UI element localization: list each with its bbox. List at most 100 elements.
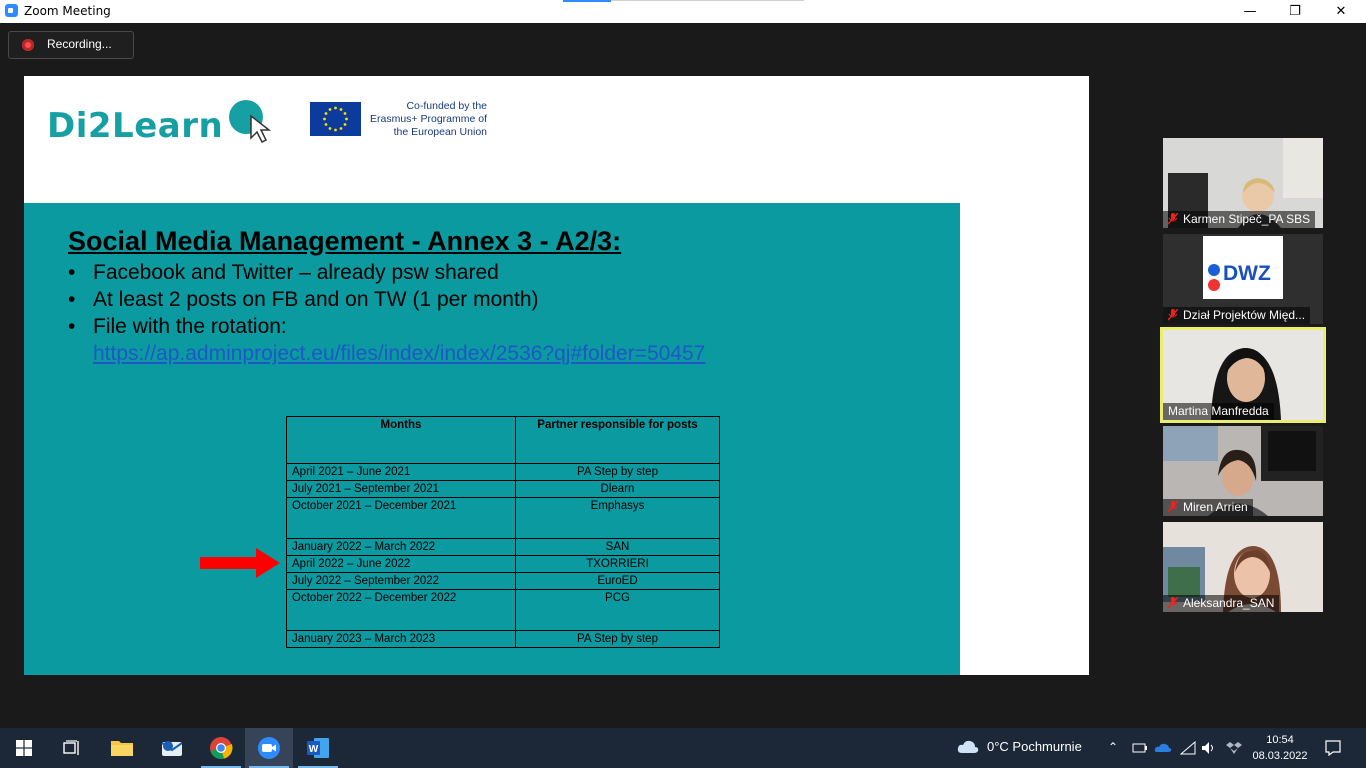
muted-mic-icon bbox=[1168, 309, 1178, 321]
month-cell: April 2022 – June 2022 bbox=[286, 555, 516, 573]
month-cell: October 2022 – December 2022 bbox=[286, 589, 516, 631]
notifications-icon[interactable] bbox=[1325, 740, 1341, 756]
table-row: April 2022 – June 2022 TXORRIERI bbox=[286, 555, 720, 573]
participant-tile[interactable]: Karmen Stipeč_PA SBS bbox=[1163, 138, 1323, 228]
shared-screen-slide: Di2Learn Co-funded by the Erasmus+ Progr… bbox=[24, 76, 1089, 675]
clock-time: 10:54 bbox=[1266, 734, 1294, 746]
mail-icon bbox=[161, 741, 183, 756]
participant-tile-active-speaker[interactable]: Martina Manfredda bbox=[1163, 330, 1323, 420]
participant-name-label: Martina Manfredda bbox=[1163, 403, 1274, 420]
chrome-button[interactable] bbox=[197, 728, 245, 768]
participant-name: Karmen Stipeč_PA SBS bbox=[1183, 212, 1311, 226]
participant-name-label: Dział Projektów Międ... bbox=[1163, 307, 1311, 324]
dropbox-icon[interactable] bbox=[1226, 740, 1242, 756]
bullet-item: File with the rotation: https://ap.admin… bbox=[68, 313, 705, 367]
partner-cell: Dlearn bbox=[515, 480, 720, 498]
zoom-icon bbox=[258, 737, 280, 759]
muted-mic-icon bbox=[1168, 213, 1178, 225]
weather-widget[interactable]: 0°C Pochmurnie bbox=[957, 738, 1082, 754]
partner-cell: SAN bbox=[515, 538, 720, 556]
start-button[interactable] bbox=[0, 728, 48, 768]
recording-label: Recording... bbox=[47, 37, 112, 51]
word-icon: W bbox=[307, 738, 329, 758]
participant-name-label: Miren Arrien bbox=[1163, 499, 1253, 516]
column-header-months: Months bbox=[286, 416, 516, 464]
window-titlebar: Zoom Meeting — ❐ ✕ bbox=[0, 0, 1366, 23]
table-row: January 2022 – March 2022 SAN bbox=[286, 538, 720, 556]
wifi-icon[interactable] bbox=[1180, 741, 1196, 755]
participant-name: Aleksandra_SAN bbox=[1183, 596, 1275, 610]
month-cell: January 2022 – March 2022 bbox=[286, 538, 516, 556]
svg-text:W: W bbox=[309, 744, 319, 755]
rotation-file-link[interactable]: https://ap.adminproject.eu/files/index/i… bbox=[93, 340, 705, 367]
month-cell: July 2022 – September 2022 bbox=[286, 572, 516, 590]
column-header-partner: Partner responsible for posts bbox=[515, 416, 720, 464]
participant-name-label: Aleksandra_SAN bbox=[1163, 595, 1280, 612]
maximize-button[interactable]: ❐ bbox=[1272, 0, 1318, 23]
participant-name: Dział Projektów Międ... bbox=[1183, 308, 1306, 322]
task-view-icon bbox=[63, 740, 79, 755]
partner-cell: PA Step by step bbox=[515, 463, 720, 481]
table-row: July 2022 – September 2022 EuroED bbox=[286, 572, 720, 590]
table-row: October 2021 – December 2021 Emphasys bbox=[286, 497, 720, 539]
table-header-row: Months Partner responsible for posts bbox=[286, 416, 720, 464]
taskbar-clock[interactable]: 10:54 08.03.2022 bbox=[1250, 732, 1310, 764]
partner-cell: PA Step by step bbox=[515, 630, 720, 648]
task-view-button[interactable] bbox=[48, 728, 96, 768]
partner-cell: Emphasys bbox=[515, 497, 720, 539]
record-icon bbox=[22, 39, 34, 51]
mail-app-button[interactable] bbox=[148, 728, 196, 768]
participant-name-label: Karmen Stipeč_PA SBS bbox=[1163, 211, 1316, 228]
window-title: Zoom Meeting bbox=[24, 4, 111, 18]
cloud-icon bbox=[957, 740, 979, 753]
dwz-logo-text: DWZ bbox=[1223, 262, 1271, 285]
muted-mic-icon bbox=[1168, 501, 1178, 513]
muted-mic-icon bbox=[1168, 597, 1178, 609]
onedrive-icon[interactable] bbox=[1154, 741, 1172, 753]
partner-cell: TXORRIERI bbox=[515, 555, 720, 573]
dwz-logo: DWZ bbox=[1203, 236, 1283, 299]
bullet-item: Facebook and Twitter – already psw share… bbox=[68, 259, 705, 286]
windows-taskbar: W 0°C Pochmurnie ⌃ 10:54 08.03.2022 bbox=[0, 728, 1366, 768]
table-row: October 2022 – December 2022 PCG bbox=[286, 589, 720, 631]
participant-tile[interactable]: Aleksandra_SAN bbox=[1163, 522, 1323, 612]
zoom-app-icon bbox=[5, 4, 18, 17]
folder-icon bbox=[111, 741, 133, 756]
battery-plug-icon[interactable] bbox=[1131, 741, 1147, 755]
participant-name: Miren Arrien bbox=[1183, 500, 1248, 514]
bullet-text: File with the rotation: bbox=[93, 315, 287, 338]
title-accent-bar bbox=[563, 0, 611, 2]
clock-date: 08.03.2022 bbox=[1252, 750, 1308, 762]
table-row: July 2021 – September 2021 Dlearn bbox=[286, 480, 720, 498]
bullet-item: At least 2 posts on FB and on TW (1 per … bbox=[68, 286, 705, 313]
speaker-icon[interactable] bbox=[1201, 741, 1217, 755]
participant-name: Martina Manfredda bbox=[1168, 404, 1269, 418]
slide-title: Social Media Management - Annex 3 - A2/3… bbox=[68, 226, 622, 256]
logo-text: Di2Learn bbox=[47, 106, 224, 146]
recording-indicator[interactable]: Recording... bbox=[8, 31, 134, 59]
word-button[interactable]: W bbox=[294, 728, 342, 768]
month-cell: January 2023 – March 2023 bbox=[286, 630, 516, 648]
minimize-button[interactable]: — bbox=[1227, 0, 1273, 23]
close-button[interactable]: ✕ bbox=[1318, 0, 1364, 23]
file-explorer-button[interactable] bbox=[98, 728, 146, 768]
logo-dot-icon bbox=[1208, 264, 1220, 276]
month-cell: October 2021 – December 2021 bbox=[286, 497, 516, 539]
zoom-taskbar-button[interactable] bbox=[245, 728, 293, 768]
slide-content-area: Social Media Management - Annex 3 - A2/3… bbox=[24, 203, 960, 675]
partner-cell: PCG bbox=[515, 589, 720, 631]
participant-tile[interactable]: DWZ Dział Projektów Międ... bbox=[1163, 234, 1323, 324]
month-cell: July 2021 – September 2021 bbox=[286, 480, 516, 498]
partner-cell: EuroED bbox=[515, 572, 720, 590]
bullet-list: Facebook and Twitter – already psw share… bbox=[68, 259, 705, 367]
chevron-up-icon[interactable]: ⌃ bbox=[1108, 740, 1118, 754]
title-accent-line bbox=[611, 0, 804, 1]
table-row: January 2023 – March 2023 PA Step by step bbox=[286, 630, 720, 648]
month-cell: April 2021 – June 2021 bbox=[286, 463, 516, 481]
chrome-icon bbox=[210, 737, 233, 759]
participant-tile[interactable]: Miren Arrien bbox=[1163, 426, 1323, 516]
cursor-icon bbox=[250, 114, 272, 144]
rotation-table: Months Partner responsible for posts Apr… bbox=[286, 416, 720, 648]
eu-funding-text: Co-funded by the Erasmus+ Programme of t… bbox=[370, 100, 487, 138]
weather-text: 0°C Pochmurnie bbox=[987, 739, 1082, 754]
